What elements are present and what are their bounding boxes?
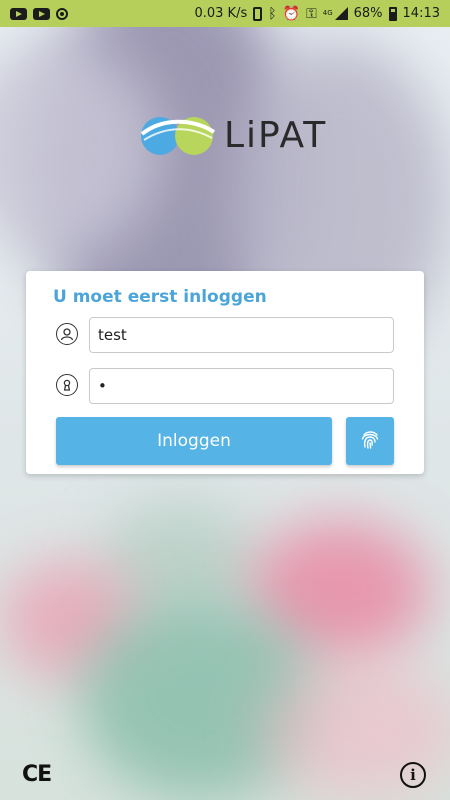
key-icon: ⚿ bbox=[306, 5, 317, 22]
login-button[interactable]: Inloggen bbox=[56, 417, 332, 465]
clock: 14:13 bbox=[402, 6, 440, 21]
network-speed: 0.03 K/s bbox=[194, 6, 248, 21]
login-title: U moet eerst inloggen bbox=[53, 287, 267, 307]
user-icon bbox=[56, 323, 78, 345]
logo-mark-icon bbox=[140, 114, 216, 156]
network-type: 4G bbox=[322, 9, 333, 17]
youtube-icon bbox=[33, 7, 50, 20]
phone-icon bbox=[253, 6, 263, 21]
battery-icon bbox=[388, 6, 397, 21]
password-input[interactable] bbox=[89, 368, 394, 404]
info-button[interactable]: i bbox=[400, 762, 426, 788]
status-bar: 0.03 K/s ᛒ ⏰ ⚿ 4G 68% 14:13 bbox=[0, 0, 450, 27]
keyhole-icon bbox=[56, 374, 78, 396]
battery-percent: 68% bbox=[353, 6, 383, 21]
alarm-icon: ⏰ bbox=[282, 5, 301, 22]
username-input[interactable] bbox=[89, 317, 394, 353]
signal-icon bbox=[334, 7, 348, 20]
ce-mark: CE bbox=[22, 762, 52, 787]
circle-app-icon bbox=[56, 7, 68, 20]
youtube-icon bbox=[10, 7, 27, 20]
fingerprint-button[interactable] bbox=[346, 417, 394, 465]
login-card: U moet eerst inloggen Inloggen bbox=[26, 271, 424, 474]
fingerprint-icon bbox=[359, 429, 381, 454]
lipat-logo: LiPAT bbox=[140, 114, 327, 156]
bluetooth-icon: ᛒ bbox=[268, 5, 277, 22]
logo-text: LiPAT bbox=[224, 114, 328, 156]
